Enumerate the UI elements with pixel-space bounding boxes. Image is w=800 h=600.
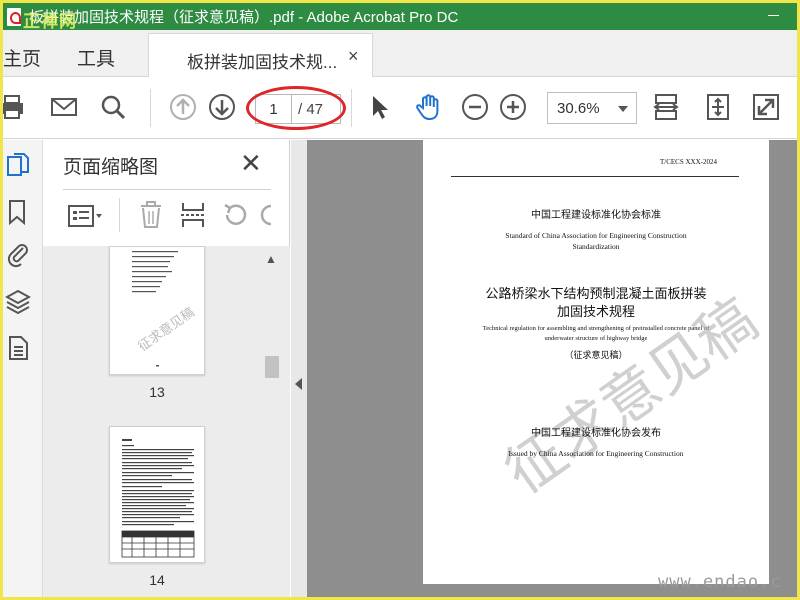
toolbar-divider xyxy=(150,89,151,127)
thumbnail-page-13-label: 13 xyxy=(149,384,165,400)
fit-page-icon[interactable] xyxy=(651,92,681,122)
acrobat-icon xyxy=(7,7,21,26)
close-tab-button[interactable]: × xyxy=(348,46,359,67)
panel-title: 页面缩略图 xyxy=(63,157,159,178)
expand-icon[interactable] xyxy=(751,92,781,122)
hand-icon[interactable] xyxy=(414,92,444,122)
bookmark-icon[interactable] xyxy=(5,198,31,226)
select-cursor-icon[interactable] xyxy=(364,92,394,122)
attachment-icon[interactable] xyxy=(5,240,31,268)
search-icon[interactable] xyxy=(98,92,128,122)
toolbar: / 47 30.6% xyxy=(3,77,797,139)
zoom-value: 30.6% xyxy=(557,100,600,117)
minimize-button[interactable] xyxy=(751,3,797,30)
page-thumbnails-icon[interactable] xyxy=(5,152,31,180)
logo-watermark: 正禅网 xyxy=(23,12,77,31)
tab-document[interactable]: 板拼装加固技术规... × xyxy=(148,33,373,77)
collapse-arrow-icon xyxy=(295,378,302,390)
thumbnail-page-14[interactable] xyxy=(109,426,205,563)
page-content-icon[interactable] xyxy=(5,334,31,362)
thumbnail-panel: 页面缩略图 ✕ 征求意见稿 13 14 ▲ xyxy=(43,140,290,597)
split-page-icon[interactable] xyxy=(179,200,207,230)
rotate-right-icon[interactable] xyxy=(259,200,273,230)
panel-divider xyxy=(63,189,271,190)
panel-toolbar xyxy=(63,198,283,234)
thumbnail-page-14-label: 14 xyxy=(149,572,165,588)
issuer-english: Issued by China Association for Engineer… xyxy=(508,449,684,458)
scroll-up-arrow-icon[interactable]: ▲ xyxy=(265,252,277,266)
zoom-in-icon[interactable] xyxy=(498,92,528,122)
chevron-down-icon xyxy=(618,106,628,112)
trash-icon[interactable] xyxy=(137,200,165,230)
tab-tools[interactable]: 工具 xyxy=(77,44,115,71)
scroll-thumb[interactable] xyxy=(265,356,279,378)
page-down-icon[interactable] xyxy=(207,92,237,122)
print-icon[interactable] xyxy=(3,92,27,122)
toolbar-divider xyxy=(351,89,352,127)
header-rule xyxy=(451,176,739,177)
layers-icon[interactable] xyxy=(5,288,31,316)
document-view[interactable]: T/CECS XXX-2024 中国工程建设标准化协会标准 Standard o… xyxy=(307,140,797,597)
full-screen-icon[interactable] xyxy=(703,92,733,122)
document-page: T/CECS XXX-2024 中国工程建设标准化协会标准 Standard o… xyxy=(423,140,769,584)
window-title: 板拼装加固技术规程（征求意见稿）.pdf - Adobe Acrobat Pro… xyxy=(29,9,459,26)
toolbar-divider xyxy=(119,198,120,232)
site-watermark: www.endao.c xyxy=(658,572,782,592)
zoom-out-icon[interactable] xyxy=(460,92,490,122)
org-chinese: 中国工程建设标准化协会标准 xyxy=(531,210,661,221)
tab-home[interactable]: 主页 xyxy=(3,44,41,71)
thumbnail-watermark: 征求意见稿 xyxy=(135,304,197,354)
thumbnail-page-13[interactable]: 征求意见稿 xyxy=(109,246,205,375)
rotate-left-icon[interactable] xyxy=(221,200,249,230)
thumbnails-list: 征求意见稿 13 14 ▲ xyxy=(43,246,290,597)
tab-bar: 主页 工具 板拼装加固技术规... × xyxy=(3,30,797,77)
panel-collapse-handle[interactable] xyxy=(291,140,307,597)
thumbnail-13-preview: 征求意见稿 xyxy=(132,251,198,367)
thumbnail-14-preview xyxy=(121,439,195,558)
red-annotation-ellipse xyxy=(246,86,346,130)
thumbnail-options-icon[interactable] xyxy=(67,202,105,230)
page-up-icon[interactable] xyxy=(168,92,198,122)
org-english: Standard of China Association for Engine… xyxy=(505,231,687,252)
close-panel-button[interactable]: ✕ xyxy=(240,148,262,179)
email-icon[interactable] xyxy=(49,92,79,122)
standard-code: T/CECS XXX-2024 xyxy=(660,158,717,166)
left-rail xyxy=(3,140,43,597)
thumbnail-scrollbar[interactable]: ▲ xyxy=(261,246,281,597)
zoom-select[interactable]: 30.6% xyxy=(547,92,637,124)
issuer-chinese: 中国工程建设标准化协会发布 xyxy=(531,428,661,439)
document-tab-label: 板拼装加固技术规... xyxy=(187,53,338,72)
app-window: 正禅网 板拼装加固技术规程（征求意见稿）.pdf - Adobe Acrobat… xyxy=(3,3,797,597)
title-bar: 正禅网 板拼装加固技术规程（征求意见稿）.pdf - Adobe Acrobat… xyxy=(3,3,797,31)
